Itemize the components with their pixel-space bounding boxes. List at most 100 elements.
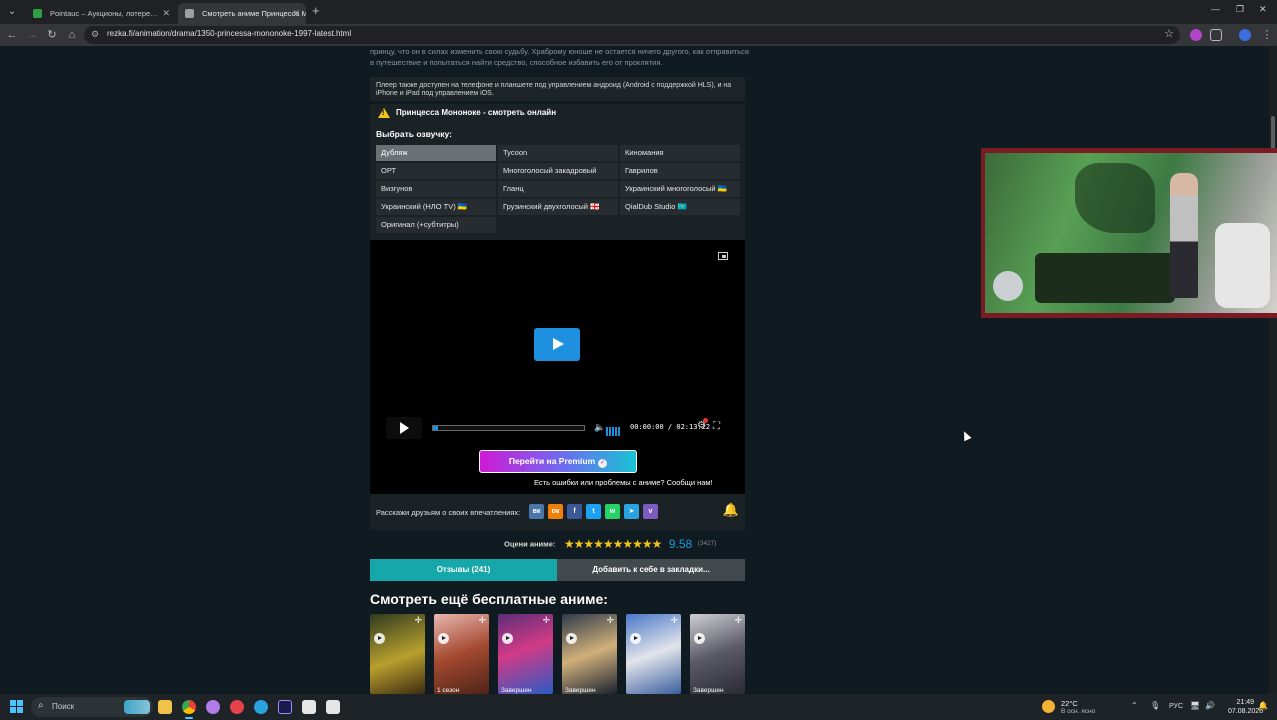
extension-icon[interactable] [1190, 29, 1202, 41]
forward-icon[interactable]: → [25, 28, 39, 42]
new-tab-icon[interactable]: + [312, 4, 320, 18]
video-player[interactable]: 🔈 00:00:00 / 02:13:22 ⚙ ⛶ Перейти на Pre… [370, 240, 745, 494]
window-close-icon[interactable]: ✕ [1259, 4, 1267, 15]
app-icon-red[interactable] [230, 700, 244, 714]
voice-option[interactable]: Tycoon [498, 145, 618, 161]
site-info-icon[interactable]: ⚙ [91, 29, 99, 40]
voice-option[interactable]: ОРТ [376, 163, 496, 179]
chrome-icon[interactable] [182, 700, 196, 714]
card-play-icon [566, 633, 577, 644]
file-explorer-icon[interactable] [158, 700, 172, 714]
anime-card[interactable]: ✛ Завершен [498, 614, 553, 694]
obs-icon-2[interactable] [326, 700, 340, 714]
voice-option[interactable]: Многоголосый закадровый [498, 163, 618, 179]
reviews-tab[interactable]: Отзывы (241) [370, 559, 557, 581]
system-clock[interactable]: 21:49 07.08.2026 [1228, 698, 1263, 716]
card-play-icon [374, 633, 385, 644]
share-bar: Расскажи друзьям о своих впечатлениях: в… [370, 494, 745, 530]
webcam-chair [1215, 223, 1270, 308]
voice-option[interactable]: Гаврилов [620, 163, 740, 179]
fullscreen-icon[interactable]: ⛶ [713, 421, 720, 432]
bookmark-star-icon[interactable]: ☆ [1164, 27, 1174, 40]
voice-option[interactable]: Оригинал (+субтитры) [376, 217, 496, 233]
microphone-icon[interactable]: 🎙 [1150, 701, 1160, 710]
rating-label: Оцени аниме: [504, 539, 556, 549]
voice-option[interactable]: Визгунов [376, 181, 496, 197]
volume-icon[interactable]: 🔈 [594, 422, 605, 433]
voice-option[interactable]: QialDub Studio 🇰🇿 [620, 199, 740, 215]
facebook-share-icon[interactable]: f [567, 504, 582, 519]
voice-option[interactable]: Украинский (НЛО TV) 🇺🇦 [376, 199, 496, 215]
progress-fill [433, 426, 438, 430]
anime-card[interactable]: ✛ [370, 614, 425, 694]
back-icon[interactable]: ← [5, 28, 19, 42]
premiere-icon[interactable] [278, 700, 292, 714]
voice-option[interactable]: Дубляж [376, 145, 496, 161]
card-add-icon[interactable]: ✛ [734, 615, 742, 626]
anime-card[interactable]: ✛ 1 сезон [434, 614, 489, 694]
browser-tab-pointauc[interactable]: Pointauc – Аукционы, лотере… ✕ [26, 3, 176, 24]
tab-close-icon[interactable]: ✕ [162, 3, 170, 24]
play-button[interactable] [386, 417, 422, 439]
webcam-sofa [1035, 253, 1175, 303]
whatsapp-share-icon[interactable]: w [605, 504, 620, 519]
extensions-puzzle-icon[interactable] [1210, 29, 1222, 41]
vk-share-icon[interactable]: вк [529, 504, 544, 519]
rating-stars[interactable]: ★★★★★★★★★★ [564, 537, 663, 551]
warning-mark: ! [382, 110, 385, 117]
webcam-overlay [981, 148, 1277, 318]
twitter-share-icon[interactable]: t [586, 504, 601, 519]
browser-tab-rezka[interactable]: Смотреть аниме Принцесса М… ✕ [178, 3, 306, 24]
voice-option[interactable]: Гланц [498, 181, 618, 197]
big-play-button[interactable] [534, 328, 580, 361]
language-indicator[interactable]: РУС [1169, 703, 1183, 710]
premium-button[interactable]: Перейти на Premium ✓ [479, 450, 637, 473]
tab-search-icon[interactable]: ⌄ [4, 4, 20, 20]
media-player-icon[interactable] [206, 700, 220, 714]
url-text: rezka.fi/animation/drama/1350-princessa-… [107, 29, 352, 38]
card-add-icon[interactable]: ✛ [542, 615, 550, 626]
reload-icon[interactable]: ↻ [45, 28, 59, 42]
browser-toolbar: ← → ↻ ⌂ ⚙ rezka.fi/animation/drama/1350-… [0, 24, 1277, 46]
anime-card[interactable]: ✛ Завершен [690, 614, 745, 694]
card-add-icon[interactable]: ✛ [670, 615, 678, 626]
card-play-icon [502, 633, 513, 644]
telegram-icon[interactable] [254, 700, 268, 714]
tab-close-icon[interactable]: ✕ [292, 3, 300, 24]
voice-option[interactable]: Украинский многоголосый 🇺🇦 [620, 181, 740, 197]
card-add-icon[interactable]: ✛ [478, 615, 486, 626]
card-add-icon[interactable]: ✛ [414, 615, 422, 626]
anime-card[interactable]: ✛ Завершен [562, 614, 617, 694]
report-link[interactable]: Есть ошибки или проблемы с аниме? Сообщи… [534, 478, 713, 487]
obs-icon[interactable] [302, 700, 316, 714]
notifications-icon[interactable]: 🔔 [1258, 701, 1268, 710]
browser-menu-icon[interactable]: ⋮ [1260, 28, 1274, 42]
telegram-share-icon[interactable]: ➤ [624, 504, 639, 519]
ok-share-icon[interactable]: ок [548, 504, 563, 519]
viber-share-icon[interactable]: v [643, 504, 658, 519]
tray-chevron-icon[interactable]: ⌃ [1131, 701, 1138, 710]
page-scrollbar[interactable] [1269, 46, 1277, 694]
volume-tray-icon[interactable]: 🔊 [1205, 701, 1215, 710]
picture-in-picture-icon[interactable] [718, 252, 728, 260]
profile-avatar[interactable] [1239, 29, 1251, 41]
minimize-icon[interactable]: — [1211, 4, 1220, 14]
voice-option[interactable]: Грузинский двухголосый 🇬🇪 [498, 199, 618, 215]
card-add-icon[interactable]: ✛ [606, 615, 614, 626]
maximize-icon[interactable]: ❐ [1236, 4, 1244, 15]
bookmark-tab[interactable]: Добавить к себе в закладки... [557, 559, 745, 581]
network-icon[interactable]: 🖥 [1190, 701, 1200, 710]
address-bar[interactable]: ⚙ rezka.fi/animation/drama/1350-princess… [84, 26, 1180, 44]
home-icon[interactable]: ⌂ [65, 28, 79, 42]
volume-slider[interactable] [606, 423, 622, 436]
voice-option[interactable]: Киномания [620, 145, 740, 161]
anime-card[interactable]: ✛ [626, 614, 681, 694]
subscribe-bell-icon[interactable]: 🔔 [722, 502, 740, 520]
progress-bar[interactable] [432, 425, 585, 431]
weather-moon-icon [1042, 700, 1055, 713]
taskbar-search[interactable]: ⌕ Поиск [31, 697, 153, 717]
tab-title: Смотреть аниме Принцесса М… [202, 9, 306, 18]
active-app-indicator [185, 717, 193, 719]
windows-start-icon[interactable] [10, 700, 24, 714]
watch-title-bar: ! Принцесса Мононоке - смотреть онлайн [370, 104, 745, 122]
